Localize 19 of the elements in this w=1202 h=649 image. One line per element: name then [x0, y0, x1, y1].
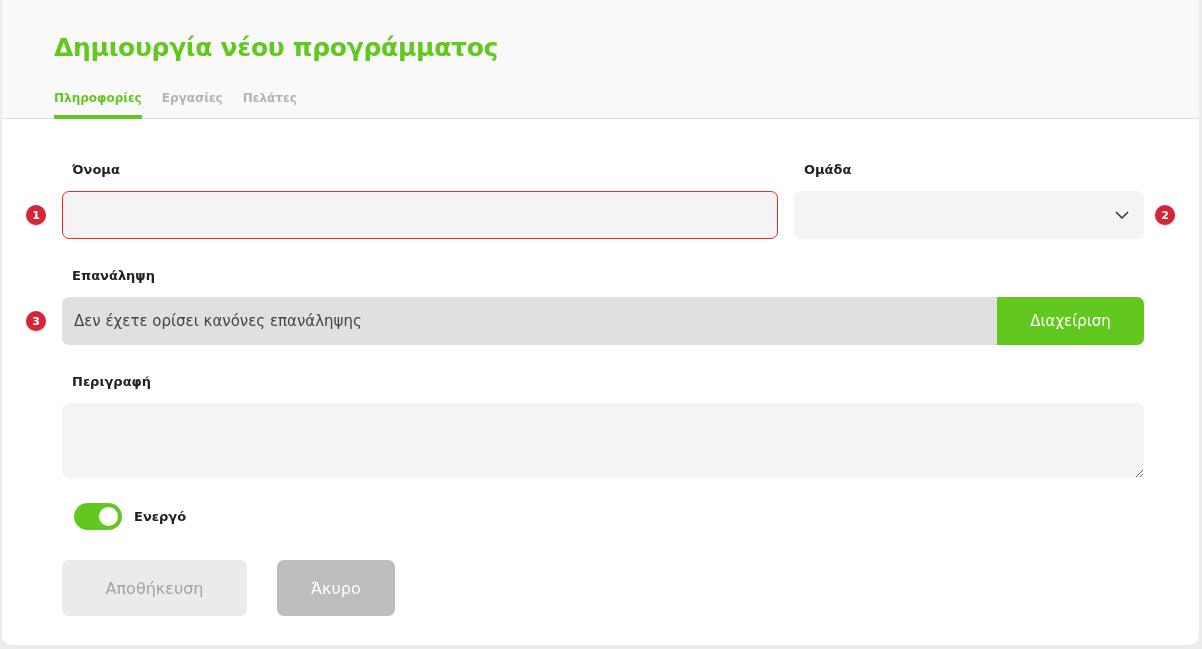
tab[interactable]: Πελάτες — [242, 91, 297, 119]
repeat-rules-field: Δεν έχετε ορίσει κανόνες επανάληψης — [62, 297, 997, 345]
description-field[interactable] — [62, 403, 1144, 478]
field-label: Όνομα — [72, 161, 120, 179]
number-badge: 2 — [1155, 205, 1175, 225]
number-badge: 3 — [26, 311, 46, 331]
number-badge: 1 — [26, 205, 46, 225]
field-label: Ομάδα — [804, 161, 852, 179]
manage-button[interactable]: Διαχείριση — [997, 297, 1144, 345]
cancel-button[interactable]: Άκυρο — [277, 560, 395, 616]
toggle-switch[interactable] — [74, 503, 122, 530]
toggle-label: Ενεργό — [134, 509, 187, 524]
name-field[interactable] — [62, 191, 778, 239]
page-title: Δημιουργία νέου προγράμματος — [54, 32, 499, 64]
field-label: Επανάληψη — [72, 267, 155, 285]
field-label: Περιγραφή — [72, 373, 151, 391]
tab[interactable]: Πληροφορίες — [54, 91, 142, 119]
chevron-down-icon — [1115, 211, 1129, 219]
tab[interactable]: Εργασίες — [161, 91, 223, 119]
